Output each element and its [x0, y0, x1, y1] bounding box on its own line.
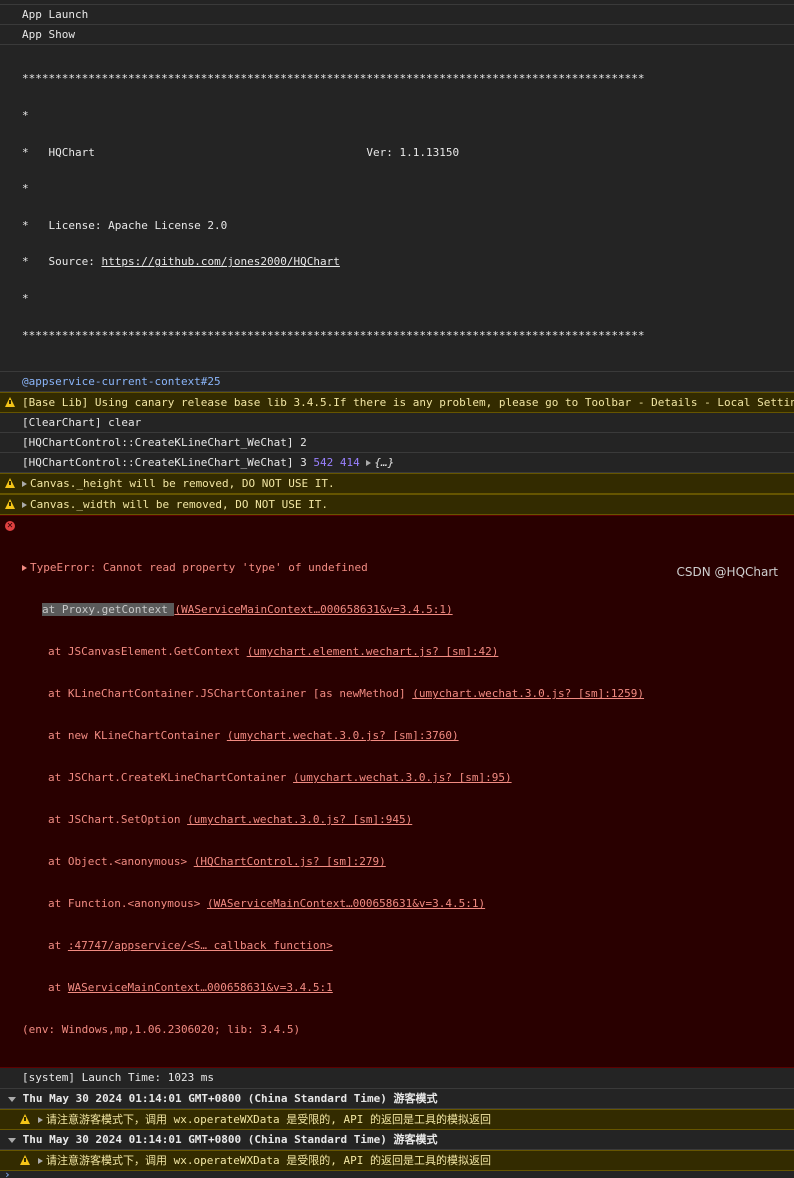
stack-frame-text: at new KLineChartContainer — [48, 729, 227, 743]
error-entry: ✕ TypeError: Cannot read property 'type'… — [0, 515, 794, 1069]
expand-arrow-icon[interactable] — [22, 481, 27, 488]
group-header-2[interactable]: Thu May 30 2024 01:14:01 GMT+0800 (China… — [0, 1130, 794, 1151]
banner-line: * — [22, 182, 29, 196]
object-preview[interactable]: {…} — [374, 456, 394, 469]
stack-frame: at :47747/appservice/<S… callback functi… — [22, 939, 794, 953]
warning-canvas-width: Canvas._width will be removed, DO NOT US… — [0, 494, 794, 516]
warning-text: 请注意游客模式下，调用 wx.operateWXData 是受限的, API 的… — [46, 1113, 491, 1127]
log-create-2: [HQChartControl::CreateKLineChart_WeChat… — [0, 453, 794, 474]
log-text: App Launch — [22, 8, 89, 21]
log-text: App Show — [22, 28, 75, 41]
warning-icon — [20, 1155, 30, 1166]
stack-frame: at JSChart.CreateKLineChartContainer (um… — [22, 771, 794, 785]
warning-text: [Base Lib] Using canary release base lib… — [22, 396, 794, 410]
env-line: (env: Windows,mp,1.06.2306020; lib: 3.4.… — [22, 1023, 301, 1037]
stack-frame-text: at Object.<anonymous> — [48, 855, 194, 869]
warning-canvas-height: Canvas._height will be removed, DO NOT U… — [0, 473, 794, 495]
log-text: [HQChartControl::CreateKLineChart_WeChat… — [22, 456, 314, 470]
log-clear-chart: [ClearChart] clear — [0, 413, 794, 434]
context-row: @appservice-current-context#25 — [0, 372, 794, 393]
group-header-1[interactable]: Thu May 30 2024 01:14:01 GMT+0800 (China… — [0, 1089, 794, 1110]
warning-text: 请注意游客模式下，调用 wx.operateWXData 是受限的, API 的… — [46, 1154, 491, 1168]
error-icon: ✕ — [5, 521, 15, 532]
number-value: 414 — [339, 456, 360, 470]
stack-frame-link[interactable]: (umychart.element.wechart.js? [sm]:42) — [247, 645, 499, 658]
warning-icon — [5, 478, 15, 489]
stack-frame-text: at Proxy.getContext — [42, 603, 175, 617]
group-title: Thu May 30 2024 01:14:01 GMT+0800 (China… — [22, 1133, 438, 1147]
expand-arrow-icon[interactable] — [38, 1158, 43, 1165]
stack-frame-link[interactable]: (umychart.wechat.3.0.js? [sm]:945) — [187, 813, 412, 826]
stack-frame-text: at KLineChartContainer.JSChartContainer … — [48, 687, 413, 701]
stack-frame: at KLineChartContainer.JSChartContainer … — [22, 687, 794, 701]
stack-frame-link[interactable]: (HQChartControl.js? [sm]:279) — [194, 855, 386, 868]
log-text: [system] Launch Time: 1023 ms — [22, 1071, 215, 1085]
banner-line: * License: Apache License 2.0 — [22, 218, 228, 232]
stack-frame-link[interactable]: (umychart.wechat.3.0.js? [sm]:95) — [293, 771, 512, 784]
expand-arrow-icon[interactable] — [38, 1117, 43, 1124]
stack-frame: at Function.<anonymous> (WAServiceMainCo… — [22, 897, 794, 911]
log-launch-time: [system] Launch Time: 1023 ms — [0, 1068, 794, 1090]
collapse-arrow-icon[interactable] — [8, 1137, 16, 1143]
stack-frame-text: at JSChart.CreateKLineChartContainer — [48, 771, 294, 785]
stack-frame-link[interactable]: (umychart.wechat.3.0.js? [sm]:3760) — [227, 729, 459, 742]
expand-arrow-icon[interactable] — [22, 565, 27, 572]
stack-frame: at JSChart.SetOption (umychart.wechat.3.… — [22, 813, 794, 827]
stack-frame: at Object.<anonymous> (HQChartControl.js… — [22, 855, 794, 869]
log-text: [ClearChart] clear — [22, 416, 142, 430]
banner-line: ****************************************… — [22, 72, 645, 86]
log-create-1: [HQChartControl::CreateKLineChart_WeChat… — [0, 433, 794, 454]
warning-icon — [20, 1114, 30, 1125]
group-warning-1: 请注意游客模式下，调用 wx.operateWXData 是受限的, API 的… — [0, 1109, 794, 1131]
group-warning-2: 请注意游客模式下，调用 wx.operateWXData 是受限的, API 的… — [0, 1150, 794, 1172]
expand-arrow-icon[interactable] — [22, 502, 27, 509]
banner-line: * Source: — [22, 255, 102, 269]
warning-text: Canvas._width will be removed, DO NOT US… — [30, 498, 329, 512]
stack-frame-text: at — [48, 981, 68, 995]
warning-text: Canvas._height will be removed, DO NOT U… — [30, 477, 335, 491]
log-app-launch: App Launch — [0, 5, 794, 25]
warning-base-lib: [Base Lib] Using canary release base lib… — [0, 392, 794, 414]
warning-icon — [5, 499, 15, 510]
banner-line: * HQChart Ver: 1.1.13150 — [22, 145, 460, 159]
source-link[interactable]: https://github.com/jones2000/HQChart — [101, 255, 339, 268]
banner-line: * — [22, 292, 29, 306]
console-panel: App Launch App Show ********************… — [0, 0, 794, 1178]
stack-frame-text: at JSChart.SetOption — [48, 813, 188, 827]
log-app-show: App Show — [0, 25, 794, 45]
stack-frame-link[interactable]: WAServiceMainContext…000658631&v=3.4.5:1 — [68, 981, 333, 994]
console-prompt[interactable]: › — [0, 1171, 794, 1178]
stack-frame-link[interactable]: (WAServiceMainContext…000658631&v=3.4.5:… — [207, 897, 485, 910]
banner-line: * — [22, 109, 29, 123]
stack-frame-link[interactable]: :47747/appservice/<S… callback function> — [68, 939, 333, 952]
stack-frame-link[interactable]: (WAServiceMainContext…000658631&v=3.4.5:… — [174, 603, 452, 616]
collapse-arrow-icon[interactable] — [8, 1096, 16, 1102]
number-value: 542 — [313, 456, 334, 470]
context-link[interactable]: @appservice-current-context#25 — [22, 375, 221, 388]
error-title: TypeError: Cannot read property 'type' o… — [30, 561, 368, 575]
csdn-watermark: CSDN @HQChart — [676, 565, 778, 579]
hqchart-banner: ****************************************… — [0, 45, 794, 373]
banner-source-line: * Source: https://github.com/jones2000/H… — [22, 256, 794, 268]
expand-arrow-icon[interactable] — [366, 460, 372, 467]
stack-frame-text: at JSCanvasElement.GetContext — [48, 645, 247, 659]
log-text: [HQChartControl::CreateKLineChart_WeChat… — [22, 436, 307, 450]
group-title: Thu May 30 2024 01:14:01 GMT+0800 (China… — [22, 1092, 438, 1106]
stack-frame: at JSCanvasElement.GetContext (umychart.… — [22, 645, 794, 659]
stack-frame: at WAServiceMainContext…000658631&v=3.4.… — [22, 981, 794, 995]
stack-frame: at Proxy.getContext (WAServiceMainContex… — [22, 603, 794, 617]
stack-frame-link[interactable]: (umychart.wechat.3.0.js? [sm]:1259) — [412, 687, 644, 700]
stack-frame: at new KLineChartContainer (umychart.wec… — [22, 729, 794, 743]
warning-icon — [5, 397, 15, 408]
banner-line: ****************************************… — [22, 328, 645, 342]
stack-frame-text: at Function.<anonymous> — [48, 897, 207, 911]
stack-frame-text: at — [48, 939, 68, 953]
